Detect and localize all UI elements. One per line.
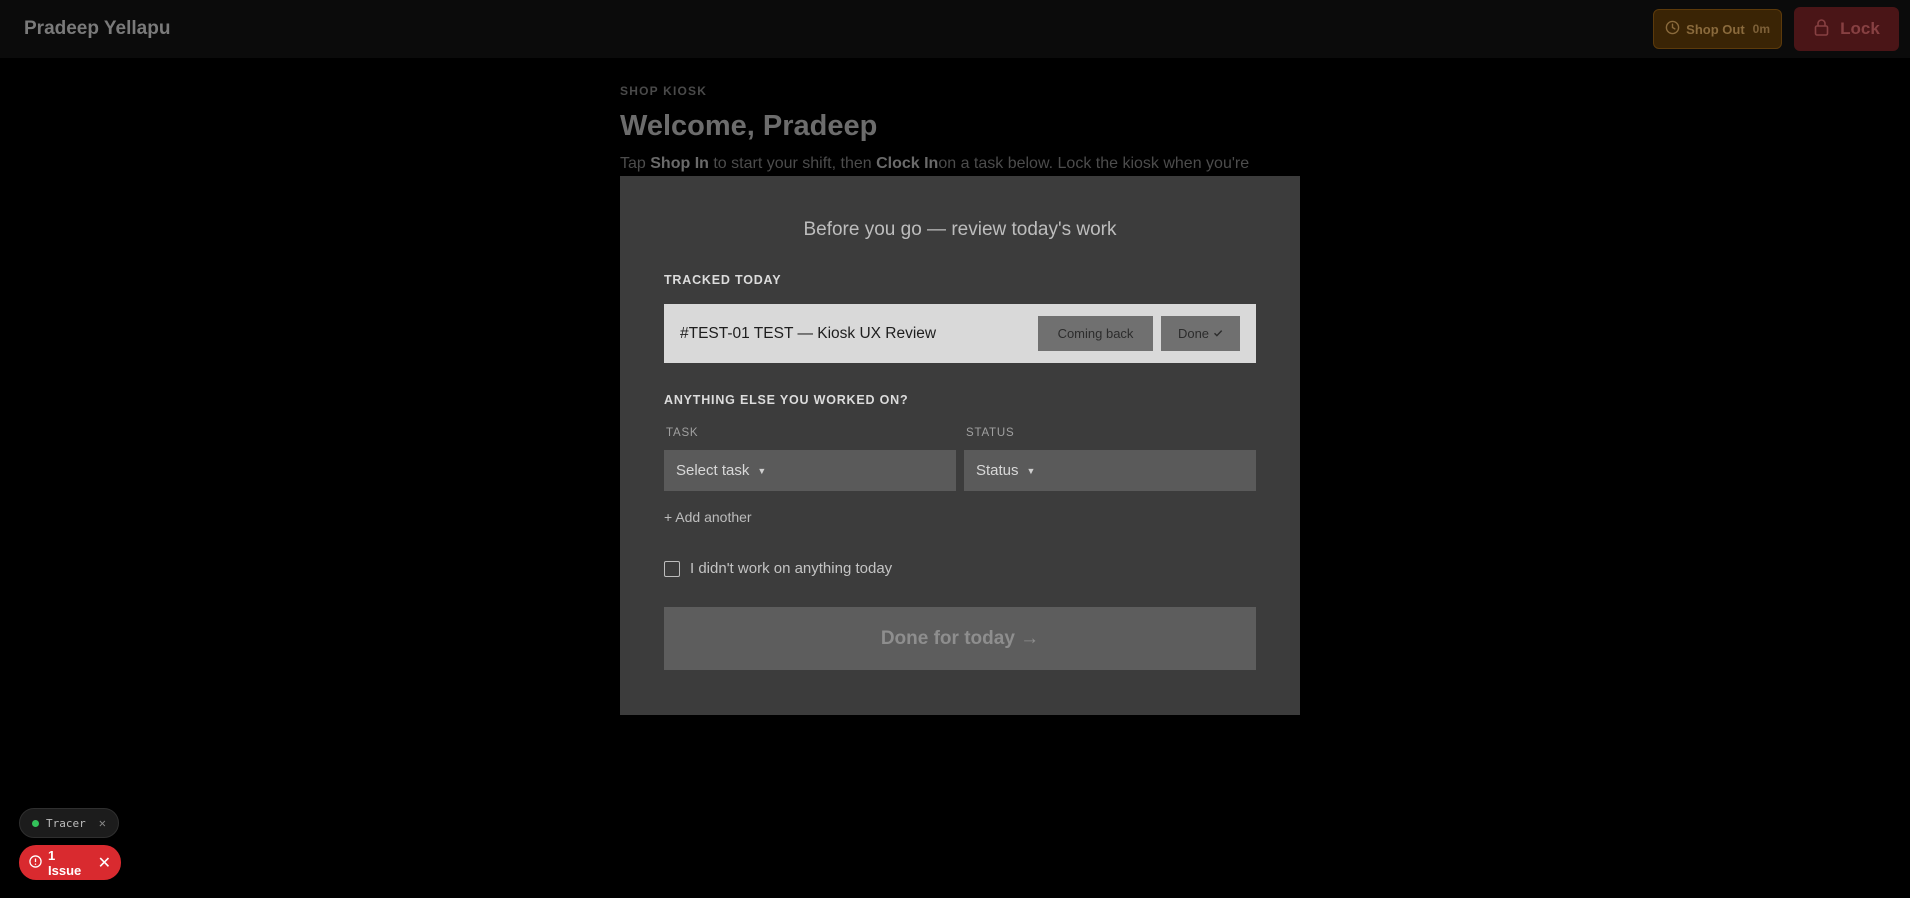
page-title: Welcome, Pradeep bbox=[620, 110, 878, 142]
lock-button[interactable]: Lock bbox=[1794, 7, 1899, 51]
status-dot-icon bbox=[32, 819, 39, 827]
extra-work-fields: TASK Select task ▼ STATUS Status ▼ bbox=[664, 427, 1256, 491]
tracked-task-row: #TEST-01 TEST — Kiosk UX Review Coming b… bbox=[664, 304, 1256, 363]
instructions-text: on a task below. Lock the kiosk when you… bbox=[938, 155, 1250, 172]
top-bar: Pradeep Yellapu Shop Out 0m Lock bbox=[0, 0, 1910, 58]
page-eyebrow: SHOP KIOSK bbox=[620, 84, 708, 98]
close-icon[interactable]: ✕ bbox=[98, 853, 111, 873]
alert-icon bbox=[29, 854, 42, 871]
tracked-today-heading: TRACKED TODAY bbox=[664, 273, 782, 287]
instructions-clock-in: Clock In bbox=[876, 155, 939, 172]
done-label: Done bbox=[1177, 326, 1210, 341]
no-work-checkbox[interactable] bbox=[664, 560, 680, 577]
modal-title: Before you go — review today's work bbox=[803, 219, 1117, 240]
status-field: STATUS Status ▼ bbox=[964, 427, 1256, 491]
lock-icon bbox=[1813, 18, 1830, 41]
clock-icon bbox=[1665, 20, 1680, 38]
instructions-text: to start your shift, then bbox=[708, 155, 877, 172]
tracked-task-name: #TEST-01 TEST — Kiosk UX Review bbox=[680, 324, 937, 342]
caret-down-icon: ▼ bbox=[757, 465, 767, 476]
shop-out-button[interactable]: Shop Out 0m bbox=[1653, 9, 1782, 49]
shop-out-label: Shop Out bbox=[1686, 21, 1745, 37]
status-label: STATUS bbox=[966, 427, 1015, 439]
kiosk-page: SHOP KIOSK Welcome, Pradeep Tap Shop In … bbox=[620, 84, 1320, 173]
caret-down-icon: ▼ bbox=[1026, 465, 1036, 476]
status-select[interactable]: Status ▼ bbox=[964, 450, 1256, 491]
task-label: TASK bbox=[666, 427, 699, 439]
task-select-value: Select task bbox=[676, 462, 750, 479]
instructions-shop-in: Shop In bbox=[650, 155, 709, 172]
tracer-label: Tracer bbox=[46, 816, 86, 830]
no-work-label: I didn't work on anything today bbox=[690, 560, 893, 577]
task-field: TASK Select task ▼ bbox=[664, 427, 956, 491]
done-button[interactable]: Done bbox=[1161, 316, 1240, 351]
task-select[interactable]: Select task ▼ bbox=[664, 450, 956, 491]
page-instructions: Tap Shop In to start your shift, then Cl… bbox=[620, 155, 1320, 173]
status-select-value: Status bbox=[976, 462, 1019, 479]
issues-badge[interactable]: 1 Issue ✕ bbox=[19, 845, 121, 880]
close-icon[interactable]: ✕ bbox=[99, 816, 106, 830]
add-another-link[interactable]: + Add another bbox=[664, 509, 1256, 525]
tracked-task-actions: Coming back Done bbox=[1038, 316, 1240, 351]
issue-label: 1 Issue bbox=[48, 847, 82, 878]
review-modal: Before you go — review today's work TRAC… bbox=[620, 176, 1300, 715]
shop-out-timer: 0m bbox=[1752, 22, 1770, 36]
user-name: Pradeep Yellapu bbox=[24, 18, 171, 39]
lock-label: Lock bbox=[1840, 19, 1880, 38]
no-work-option[interactable]: I didn't work on anything today bbox=[664, 560, 1256, 577]
anything-else-heading: ANYTHING ELSE YOU WORKED ON? bbox=[664, 393, 909, 407]
checkmark-icon bbox=[1213, 326, 1223, 341]
coming-back-button[interactable]: Coming back bbox=[1038, 316, 1153, 351]
instructions-text: Tap bbox=[620, 155, 651, 172]
done-for-today-button[interactable]: Done for today → bbox=[664, 607, 1256, 670]
top-actions: Shop Out 0m Lock bbox=[1653, 7, 1899, 51]
tracer-widget[interactable]: Tracer ✕ bbox=[19, 808, 119, 838]
